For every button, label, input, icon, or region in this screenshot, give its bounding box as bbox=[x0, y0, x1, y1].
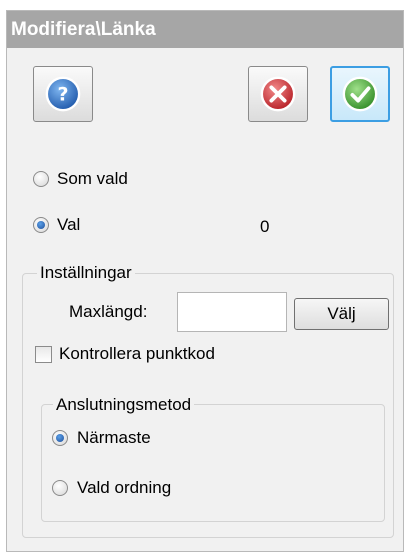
radio-vald-ordning-label: Vald ordning bbox=[77, 478, 172, 497]
radio-vald-ordning[interactable] bbox=[52, 480, 68, 496]
radio-narmaste[interactable] bbox=[52, 430, 68, 446]
radio-narmaste-label: Närmaste bbox=[77, 428, 151, 447]
choose-button-label: Välj bbox=[327, 304, 356, 323]
check-point-code-checkbox[interactable] bbox=[35, 346, 52, 363]
maxlength-input[interactable] bbox=[177, 292, 287, 332]
radio-val-label: Val bbox=[57, 215, 81, 234]
radio-som-vald[interactable] bbox=[33, 171, 49, 187]
panel-title: Modifiera\Länka bbox=[7, 11, 403, 48]
val-count: 0 bbox=[260, 217, 270, 236]
check-point-code-label: Kontrollera punktkod bbox=[59, 344, 215, 363]
ok-button[interactable] bbox=[330, 66, 390, 122]
maxlength-label: Maxlängd: bbox=[69, 302, 148, 321]
radio-som-vald-label: Som vald bbox=[57, 169, 128, 188]
settings-group-label: Inställningar bbox=[37, 263, 135, 283]
connection-group-label: Anslutningsmetod bbox=[53, 395, 195, 415]
cancel-button[interactable] bbox=[248, 66, 308, 122]
svg-text:?: ? bbox=[57, 84, 68, 106]
choose-button[interactable]: Välj bbox=[294, 298, 389, 330]
help-button[interactable]: ? bbox=[33, 66, 93, 122]
radio-val[interactable] bbox=[33, 217, 49, 233]
help-icon: ? bbox=[45, 76, 81, 112]
ok-icon bbox=[342, 76, 378, 112]
cancel-icon bbox=[260, 76, 296, 112]
modify-link-panel: Modifiera\Länka ? Som vald Val 0 Inställ… bbox=[6, 10, 404, 552]
connection-group bbox=[41, 404, 385, 522]
